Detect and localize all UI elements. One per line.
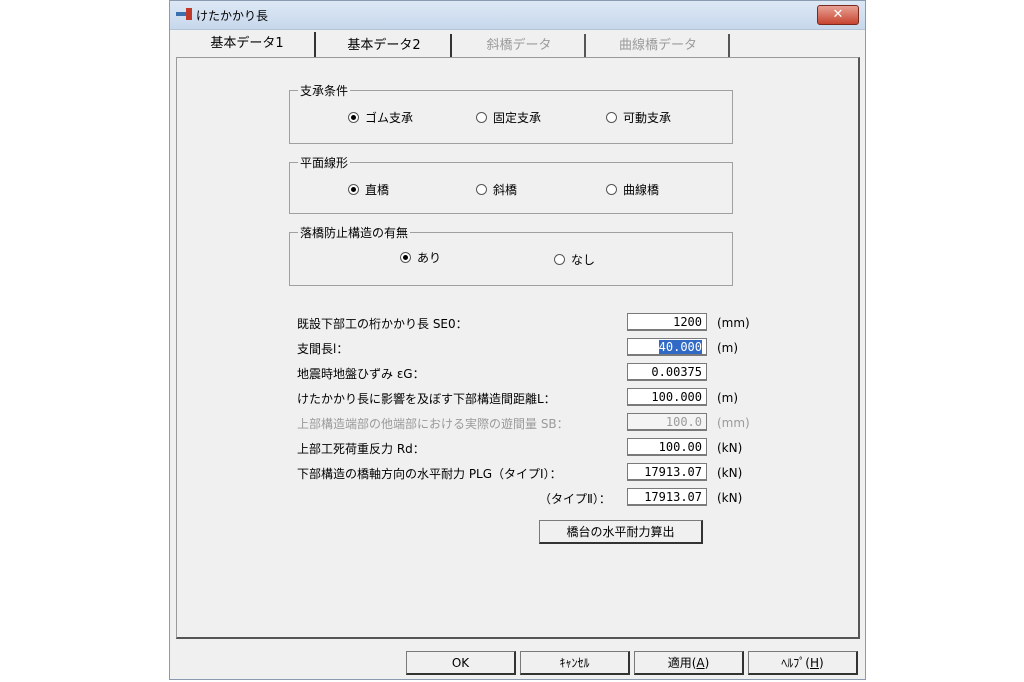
close-button[interactable]: ✕ xyxy=(817,5,859,25)
substructure-distance-unit: (m) xyxy=(717,391,739,405)
radio-off-icon xyxy=(476,112,487,123)
apply-label-suffix: ) xyxy=(704,656,710,670)
ground-strain-label: 地震時地盤ひずみ εG： xyxy=(297,367,425,381)
plan-alignment-group: 平面線形 直橋 斜橋 曲線橋 xyxy=(289,154,733,214)
se0-unit: (mm) xyxy=(717,316,750,330)
dead-load-reaction-input[interactable]: 100.00 xyxy=(627,438,707,456)
apply-accelerator: A xyxy=(696,656,705,670)
radio-label: 直橋 xyxy=(365,183,390,197)
ground-strain-input[interactable]: 0.00375 xyxy=(627,363,707,381)
radio-rubber-bearing[interactable]: ゴム支承 xyxy=(348,109,413,126)
radio-straight-bridge[interactable]: 直橋 xyxy=(348,181,389,198)
radio-movable-bearing[interactable]: 可動支承 xyxy=(606,109,671,126)
span-length-unit: (m) xyxy=(717,341,739,355)
span-length-input[interactable]: 40.000 xyxy=(627,338,707,356)
radio-label: 曲線橋 xyxy=(623,183,660,197)
dead-load-reaction-label: 上部工死荷重反力 Rd： xyxy=(297,442,425,456)
se0-input[interactable]: 1200 xyxy=(627,313,707,331)
radio-label: 可動支承 xyxy=(623,111,672,125)
radio-label: ゴム支承 xyxy=(365,111,414,125)
horizontal-capacity-type2-unit: (kN) xyxy=(717,491,743,505)
tab-basic-data-2[interactable]: 基本データ2 xyxy=(318,34,452,58)
plan-alignment-label: 平面線形 xyxy=(298,154,351,171)
radio-off-icon xyxy=(476,184,487,195)
apply-label-prefix: 適用( xyxy=(667,656,697,670)
radio-off-icon xyxy=(554,254,565,265)
tab-skew-bridge-data[interactable]: 斜橋データ xyxy=(454,34,586,58)
title-bar: けたかかり長 ✕ xyxy=(170,1,865,30)
help-button[interactable]: ﾍﾙﾌﾟ(H) xyxy=(748,651,858,675)
tab-curved-bridge-data[interactable]: 曲線橋データ xyxy=(588,34,730,58)
horizontal-capacity-type1-unit: (kN) xyxy=(717,466,743,480)
support-condition-label: 支承条件 xyxy=(298,82,351,99)
substructure-distance-label: けたかかり長に影響を及ぼす下部構造間距離L： xyxy=(297,392,556,406)
radio-fall-prevention-yes[interactable]: あり xyxy=(400,249,441,266)
horizontal-capacity-type1-input[interactable]: 17913.07 xyxy=(627,463,707,481)
compute-abutment-capacity-button[interactable]: 橋台の水平耐力算出 xyxy=(539,520,703,544)
tab-strip: 基本データ1 基本データ2 斜橋データ 曲線橋データ xyxy=(180,32,780,58)
horizontal-capacity-type2-label: （タイプⅡ）： xyxy=(539,492,611,506)
tab-panel: 支承条件 ゴム支承 固定支承 可動支承 平面線形 直橋 斜橋 曲線橋 落橋防止構… xyxy=(176,57,860,639)
horizontal-capacity-type1-label: 下部構造の橋軸方向の水平耐力 PLG（タイプⅠ）： xyxy=(297,467,562,481)
support-condition-group: 支承条件 ゴム支承 固定支承 可動支承 xyxy=(289,82,733,144)
help-label-suffix: ) xyxy=(819,656,824,670)
horizontal-capacity-type2-input[interactable]: 17913.07 xyxy=(627,488,707,506)
radio-off-icon xyxy=(606,112,617,123)
gap-amount-unit: (mm) xyxy=(717,416,750,430)
radio-on-icon xyxy=(348,112,359,123)
window-title: けたかかり長 xyxy=(196,9,269,23)
help-label-prefix: ﾍﾙﾌﾟ( xyxy=(781,656,810,670)
radio-curved-bridge[interactable]: 曲線橋 xyxy=(606,181,659,198)
radio-on-icon xyxy=(400,252,411,263)
gap-amount-input[interactable]: 100.0 xyxy=(627,413,707,431)
substructure-distance-input[interactable]: 100.000 xyxy=(627,388,707,406)
app-icon xyxy=(176,8,192,20)
radio-label: 固定支承 xyxy=(493,111,542,125)
radio-label: あり xyxy=(417,251,442,265)
close-icon: ✕ xyxy=(832,7,844,22)
help-accelerator: H xyxy=(809,656,820,670)
gap-amount-label: 上部構造端部の他端部における実際の遊間量 SB： xyxy=(297,417,569,431)
apply-button[interactable]: 適用(A) xyxy=(634,651,744,675)
radio-on-icon xyxy=(348,184,359,195)
fall-prevention-label: 落橋防止構造の有無 xyxy=(298,224,411,241)
span-length-label: 支間長l： xyxy=(297,342,349,356)
tab-basic-data-1[interactable]: 基本データ1 xyxy=(180,32,316,58)
radio-fixed-bearing[interactable]: 固定支承 xyxy=(476,109,541,126)
fall-prevention-group: 落橋防止構造の有無 あり なし xyxy=(289,224,733,286)
ok-button[interactable]: OK xyxy=(406,651,516,675)
radio-label: なし xyxy=(571,253,596,267)
radio-skew-bridge[interactable]: 斜橋 xyxy=(476,181,517,198)
se0-label: 既設下部工の桁かかり長 SE0： xyxy=(297,317,468,331)
dead-load-reaction-unit: (kN) xyxy=(717,441,743,455)
span-length-selected-text: 40.000 xyxy=(658,340,702,354)
dialog-window: けたかかり長 ✕ 基本データ1 基本データ2 斜橋データ 曲線橋データ 支承条件… xyxy=(169,0,866,680)
radio-off-icon xyxy=(606,184,617,195)
cancel-button[interactable]: ｷｬﾝｾﾙ xyxy=(520,651,630,675)
radio-fall-prevention-no[interactable]: なし xyxy=(554,251,595,268)
radio-label: 斜橋 xyxy=(493,183,518,197)
